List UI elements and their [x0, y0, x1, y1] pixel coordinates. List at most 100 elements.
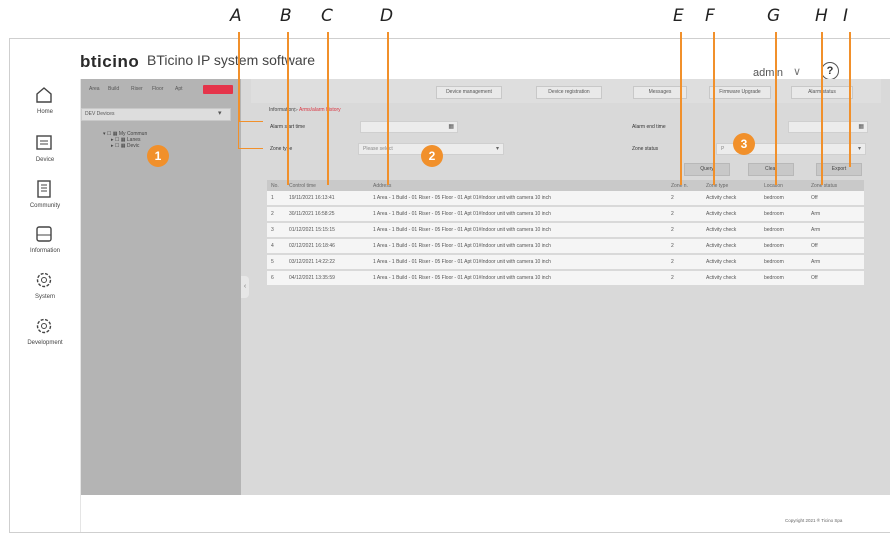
table-cell: bedroom	[760, 254, 807, 271]
device-tree-panel: Area Build Riser Floor Apt DEV Devices ▾…	[81, 79, 241, 495]
table-cell: 19/11/2021 16:13:41	[285, 191, 369, 207]
tree-node-devices[interactable]: ▸ ☐ ▦ Devic	[111, 143, 139, 149]
nav-label: Home	[36, 109, 53, 115]
tab-build[interactable]: Build	[108, 86, 119, 92]
alarm-end-input[interactable]: ▦	[788, 121, 868, 133]
table-row[interactable]: 4 02/12/2021 16:18:46 1 Area - 1 Build - 0…	[267, 238, 864, 255]
nav-item-home[interactable]: Home	[10, 85, 80, 131]
callout-letter-e: E	[673, 6, 684, 26]
bracket-a	[238, 121, 263, 149]
chevron-down-icon: ▾	[218, 110, 222, 117]
alarm-history-table: No. Control time Address Zone n. Zone ty…	[267, 180, 864, 287]
table-cell: 2	[267, 206, 285, 223]
callout-letter-a: A	[230, 6, 242, 26]
table-cell: Activity check	[702, 254, 760, 271]
table-cell: 30/11/2021 16:58:25	[285, 206, 369, 223]
nav-label: Device	[35, 157, 55, 163]
calendar-icon[interactable]: ▦	[858, 123, 864, 130]
callout-letter-g: G	[767, 6, 781, 26]
column-header[interactable]: Location	[760, 180, 807, 191]
messages-button[interactable]: Messages	[633, 86, 687, 99]
header-actions: Device management Device registration Me…	[251, 79, 881, 103]
breadcrumb: Information▷ Arms/alarm history	[269, 107, 341, 113]
column-header[interactable]: Zone status	[807, 180, 864, 191]
column-header[interactable]: Address	[369, 180, 667, 191]
breadcrumb-parent[interactable]: Information	[269, 107, 294, 113]
tab-area[interactable]: Area	[89, 86, 100, 92]
table-cell: 4	[267, 238, 285, 255]
tab-riser[interactable]: Riser	[131, 86, 143, 92]
column-header[interactable]: Zone type	[702, 180, 760, 191]
table-cell: 5	[267, 254, 285, 271]
calendar-icon[interactable]: ▦	[448, 123, 454, 130]
breadcrumb-separator: ▷	[294, 107, 298, 113]
column-header[interactable]: Zone n.	[667, 180, 702, 191]
table-row[interactable]: 5 03/12/2021 14:22:22 1 Area - 1 Build - 0…	[267, 254, 864, 271]
table-cell: 1 Area - 1 Build - 01 Riser - 05 Floor -…	[369, 222, 667, 239]
table-cell: Activity check	[702, 238, 760, 255]
chevron-down-icon[interactable]: ∨	[793, 65, 801, 78]
leader-line-f	[713, 32, 715, 185]
nav-item-system[interactable]: System	[10, 270, 80, 316]
device-select[interactable]: DEV Devices ▾	[81, 108, 231, 121]
table-row[interactable]: 1 19/11/2021 16:13:41 1 Area - 1 Build - 0…	[267, 191, 864, 207]
column-header[interactable]: No.	[267, 180, 285, 191]
home-icon	[36, 87, 52, 103]
top-bar: bticino BTicino IP system software admin…	[10, 39, 890, 80]
leader-line-d	[387, 32, 389, 185]
table-cell: bedroom	[760, 222, 807, 239]
table-cell: 04/12/2021 13:35:59	[285, 270, 369, 287]
table-cell: bedroom	[760, 191, 807, 207]
nav-item-community[interactable]: Community	[10, 179, 80, 225]
community-icon	[37, 180, 51, 198]
clear-button[interactable]: Clear	[748, 163, 794, 176]
callout-letter-i: I	[843, 6, 849, 26]
query-button[interactable]: Query	[684, 163, 730, 176]
device-icon	[36, 135, 52, 150]
nav-item-information[interactable]: Information	[10, 224, 80, 270]
table-cell: Activity check	[702, 270, 760, 287]
help-icon[interactable]: ?	[821, 62, 839, 80]
device-registration-button[interactable]: Device registration	[536, 86, 602, 99]
zone-status-label: Zone status	[632, 146, 659, 152]
nav-item-development[interactable]: Development	[10, 316, 80, 362]
tab-items[interactable]	[203, 85, 233, 94]
collapse-panel-button[interactable]: ‹	[241, 276, 249, 298]
nav-item-device[interactable]: Device	[10, 133, 80, 179]
tree-tabs: Area Build Riser Floor Apt	[81, 83, 241, 97]
leader-line-g	[775, 32, 777, 185]
table-cell: bedroom	[760, 270, 807, 287]
table-cell: bedroom	[760, 206, 807, 223]
tab-floor[interactable]: Floor	[152, 86, 163, 92]
table-cell: Activity check	[702, 206, 760, 223]
table-cell: 2	[667, 191, 702, 207]
firmware-upgrade-button[interactable]: Firmware Upgrade	[709, 86, 771, 99]
callout-letter-b: B	[280, 6, 292, 26]
nav-label: Information	[29, 248, 60, 254]
alarm-start-input[interactable]: ▦	[360, 121, 458, 133]
table-cell: 2	[667, 238, 702, 255]
table-cell: 1 Area - 1 Build - 01 Riser - 05 Floor -…	[369, 270, 667, 287]
information-icon	[36, 226, 52, 242]
table-cell: 3	[267, 222, 285, 239]
leader-line-b	[287, 32, 289, 185]
table-cell: 02/12/2021 16:18:46	[285, 238, 369, 255]
export-button[interactable]: Export	[816, 163, 862, 176]
nav-label: Development	[27, 340, 63, 346]
device-management-button[interactable]: Device management	[436, 86, 502, 99]
user-menu[interactable]: admin	[753, 67, 783, 79]
tree-node-label: Devic	[126, 143, 140, 149]
table-cell: 6	[267, 270, 285, 287]
table-cell: Activity check	[702, 222, 760, 239]
table-row[interactable]: 6 04/12/2021 13:35:59 1 Area - 1 Build - 0…	[267, 270, 864, 287]
table-cell: 2	[667, 254, 702, 271]
table-cell: 01/12/2021 15:15:15	[285, 222, 369, 239]
table-row[interactable]: 3 01/12/2021 15:15:15 1 Area - 1 Build - 0…	[267, 222, 864, 239]
callout-badge-1: 1	[147, 145, 169, 167]
table-row[interactable]: 2 30/11/2021 16:58:25 1 Area - 1 Build - 0…	[267, 206, 864, 223]
table-cell: bedroom	[760, 238, 807, 255]
chevron-down-icon: ▾	[495, 146, 499, 152]
app-title: BTicino IP system software	[147, 52, 316, 68]
table-cell: 2	[667, 206, 702, 223]
tab-apt[interactable]: Apt	[175, 86, 183, 92]
